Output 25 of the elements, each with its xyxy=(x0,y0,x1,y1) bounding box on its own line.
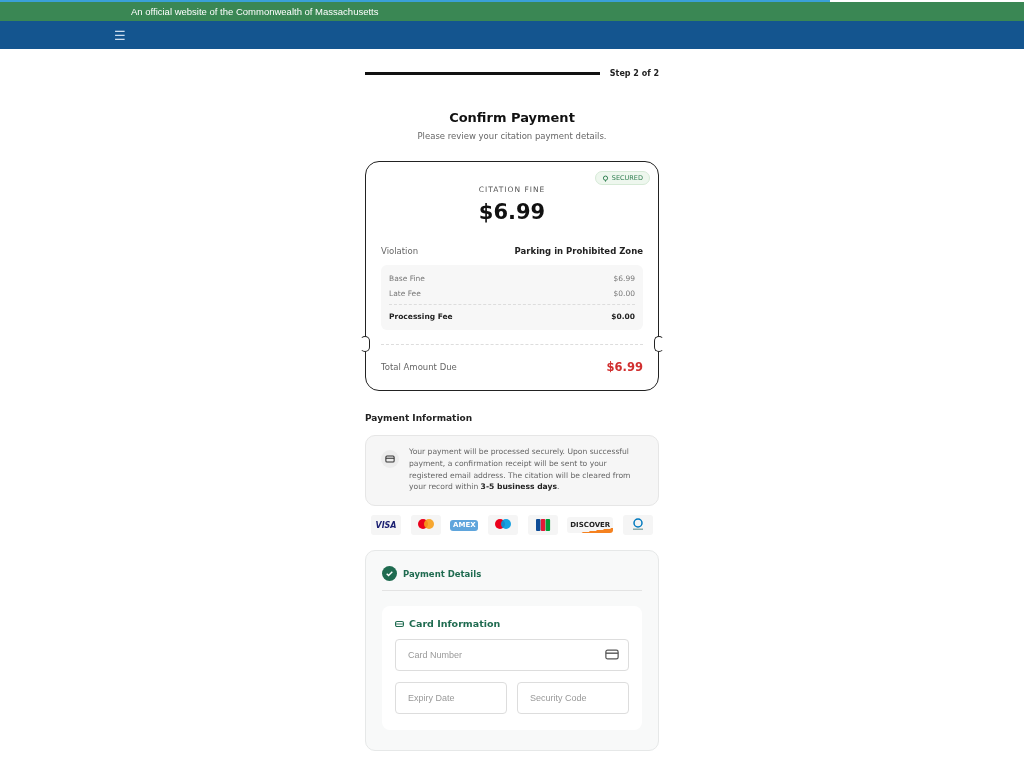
violation-value: Parking in Prohibited Zone xyxy=(514,246,643,256)
menu-button[interactable]: ☰ xyxy=(112,27,128,43)
card-information-title: Card Information xyxy=(409,618,501,630)
details-title: Payment Details xyxy=(403,568,482,579)
gov-banner-text: An official website of the Commonwealth of Massachusetts xyxy=(131,6,379,17)
input-field[interactable]: Security Code xyxy=(517,682,629,715)
card-brand-logo xyxy=(527,515,558,536)
card-brand-logo: VISA xyxy=(371,515,401,536)
card-icon xyxy=(381,450,399,468)
input-field[interactable]: Expiry Date xyxy=(395,682,507,715)
card-brand-logo xyxy=(410,515,441,536)
card-number-field[interactable]: Card Number xyxy=(395,639,629,672)
page-title: Confirm Payment xyxy=(448,110,576,125)
citation-amount: $6.99 xyxy=(477,200,547,224)
violation-label: Violation xyxy=(381,246,419,256)
check-icon xyxy=(382,566,397,582)
card-icon xyxy=(605,649,619,661)
page-subtitle: Please review your citation payment details. xyxy=(416,131,608,141)
card-brand-logo xyxy=(487,515,518,536)
card-brand-logo xyxy=(622,515,653,536)
section-title: Payment Information xyxy=(365,413,474,423)
total-amount: $6.99 xyxy=(606,360,643,374)
total-label: Total Amount Due xyxy=(381,362,457,372)
card-icon xyxy=(395,620,404,627)
step-label: Step 2 of 2 xyxy=(609,69,659,78)
